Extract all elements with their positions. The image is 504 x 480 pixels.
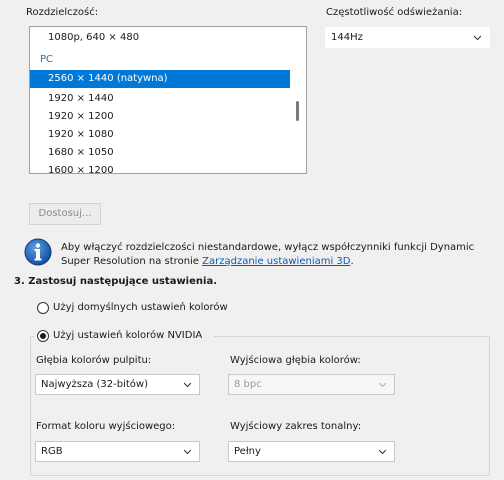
output-dynamic-range-value: Pełny <box>234 446 261 457</box>
chevron-down-icon <box>379 449 386 455</box>
output-color-depth-value: 8 bpc <box>234 379 262 390</box>
output-color-format-select[interactable]: RGB <box>35 441 200 462</box>
list-item[interactable]: 1680 × 1050 <box>30 144 114 162</box>
refresh-rate-value: 144Hz <box>331 32 363 43</box>
info-end: . <box>350 256 354 267</box>
chevron-down-icon <box>474 35 481 41</box>
section-heading: 3. Zastosuj następujące ustawienia. <box>14 276 217 287</box>
default-colors-radio[interactable] <box>37 302 49 314</box>
list-item[interactable]: 1920 × 1200 <box>30 108 114 126</box>
list-group-header: PC <box>40 54 54 65</box>
output-color-depth-label: Wyjściowa głębia kolorów: <box>230 355 361 366</box>
output-color-format-value: RGB <box>41 446 63 457</box>
output-color-depth-select: 8 bpc <box>228 374 395 395</box>
output-dynamic-range-select[interactable]: Pełny <box>228 441 395 462</box>
output-color-format-label: Format koloru wyjściowego: <box>36 421 176 432</box>
nvidia-colors-radio[interactable] <box>37 330 49 342</box>
chevron-down-icon <box>184 449 191 455</box>
list-item[interactable]: 1920 × 1080 <box>30 126 114 144</box>
info-message: Aby włączyć rozdzielczości niestandardow… <box>61 241 491 269</box>
list-item[interactable]: 1920 × 1440 <box>30 90 114 108</box>
list-scrollbar[interactable] <box>290 27 306 173</box>
refresh-rate-select[interactable]: 144Hz <box>325 27 490 48</box>
info-icon <box>24 238 52 266</box>
desktop-color-depth-select[interactable]: Najwyższa (32-bitów) <box>35 374 200 395</box>
resolution-list[interactable]: 1080p, 640 × 480 PC 2560 × 1440 (natywna… <box>29 26 307 174</box>
customize-button[interactable]: Dostosuj... <box>29 203 101 225</box>
desktop-color-depth-label: Głębia kolorów pulpitu: <box>36 355 152 366</box>
refresh-rate-label: Częstotliwość odświeżania: <box>326 7 463 18</box>
scrollbar-thumb[interactable] <box>296 101 299 121</box>
chevron-down-icon <box>379 382 386 388</box>
default-colors-label: Użyj domyślnych ustawień kolorów <box>53 302 228 313</box>
list-item[interactable]: 1080p, 640 × 480 <box>30 29 139 47</box>
chevron-down-icon <box>184 382 191 388</box>
list-item-selected[interactable]: 2560 × 1440 (natywna) <box>30 70 292 88</box>
manage-3d-settings-link[interactable]: Zarządzanie ustawieniami 3D <box>202 256 350 267</box>
list-item[interactable]: 1600 × 1200 <box>30 162 114 173</box>
output-dynamic-range-label: Wyjściowy zakres tonalny: <box>230 421 362 432</box>
desktop-color-depth-value: Najwyższa (32-bitów) <box>41 379 148 390</box>
resolution-label: Rozdzielczość: <box>26 7 99 18</box>
nvidia-colors-label: Użyj ustawień kolorów NVIDIA <box>53 330 203 341</box>
